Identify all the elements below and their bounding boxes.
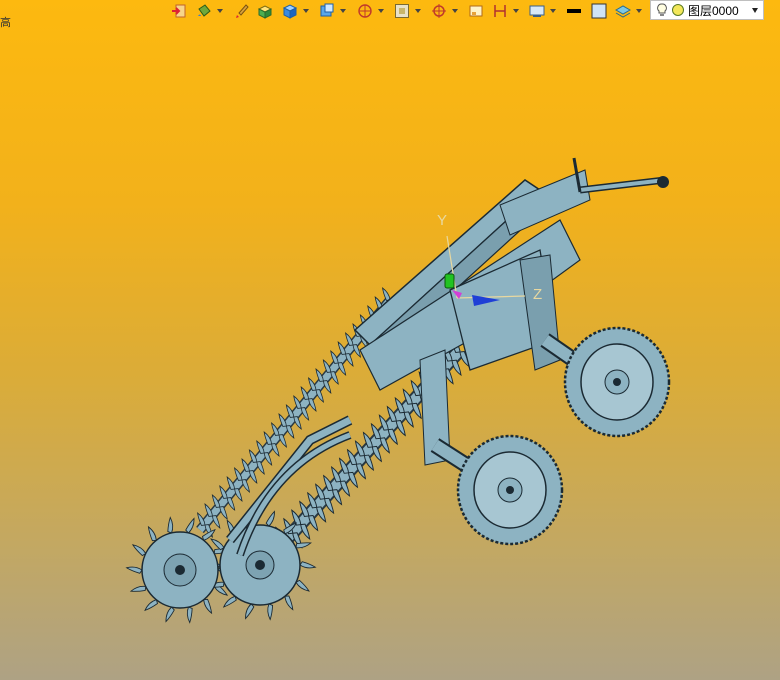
top-rail xyxy=(499,157,669,236)
rotor-left xyxy=(141,531,219,609)
move-dropdown-caret[interactable] xyxy=(452,9,458,13)
rotor-spike xyxy=(265,602,276,621)
rect-select-icon[interactable] xyxy=(467,2,485,20)
axis-y-label: Y xyxy=(437,212,448,229)
display-mode-icon[interactable] xyxy=(528,2,546,20)
layer-stack-icon[interactable] xyxy=(614,2,632,20)
rotor-spike xyxy=(184,516,196,535)
layer-selector[interactable]: 图层0000 xyxy=(650,0,764,20)
frame-dropdown-caret[interactable] xyxy=(415,9,421,13)
wheel-upper xyxy=(563,326,671,438)
rotor-spike xyxy=(299,561,316,569)
layer-dropdown-arrow[interactable] xyxy=(752,8,758,13)
rotor-spike xyxy=(265,509,276,528)
yellow-circle-icon[interactable] xyxy=(671,3,685,17)
rotor-spike xyxy=(244,602,255,621)
move-target-icon[interactable] xyxy=(430,2,448,20)
rotor-spike xyxy=(185,605,196,624)
import-icon[interactable] xyxy=(170,2,188,20)
rotor-spike xyxy=(164,516,175,535)
main-toolbar: 高 图层0000 xyxy=(0,0,780,29)
rake-model xyxy=(126,157,671,624)
frame-icon[interactable] xyxy=(393,2,411,20)
cube-icon[interactable] xyxy=(281,2,299,20)
sphere-wire-icon[interactable] xyxy=(356,2,374,20)
layer-name: 图层0000 xyxy=(688,3,739,18)
wheel-lower xyxy=(456,434,564,546)
brush-icon[interactable] xyxy=(233,2,251,20)
rotor-spike xyxy=(126,566,143,574)
display-dropdown-caret[interactable] xyxy=(550,9,556,13)
lightbulb-icon[interactable] xyxy=(655,2,669,18)
cube-dropdown-caret[interactable] xyxy=(303,9,309,13)
color-light-icon[interactable] xyxy=(590,2,608,20)
color-black-icon[interactable] xyxy=(565,2,583,20)
axis-z-label: Z xyxy=(533,286,543,303)
rotor-spike xyxy=(164,605,176,624)
layer-stack-dropdown-caret[interactable] xyxy=(636,9,642,13)
paint-dropdown-caret[interactable] xyxy=(217,9,223,13)
3d-viewport[interactable]: Y Z xyxy=(0,22,780,680)
dimension-icon[interactable] xyxy=(491,2,509,20)
paint-bucket-icon[interactable] xyxy=(195,2,213,20)
box-solid-icon[interactable] xyxy=(256,2,274,20)
view-cube-icon[interactable] xyxy=(318,2,336,20)
view-dropdown-caret[interactable] xyxy=(340,9,346,13)
sphere-dropdown-caret[interactable] xyxy=(378,9,384,13)
dimension-dropdown-caret[interactable] xyxy=(513,9,519,13)
